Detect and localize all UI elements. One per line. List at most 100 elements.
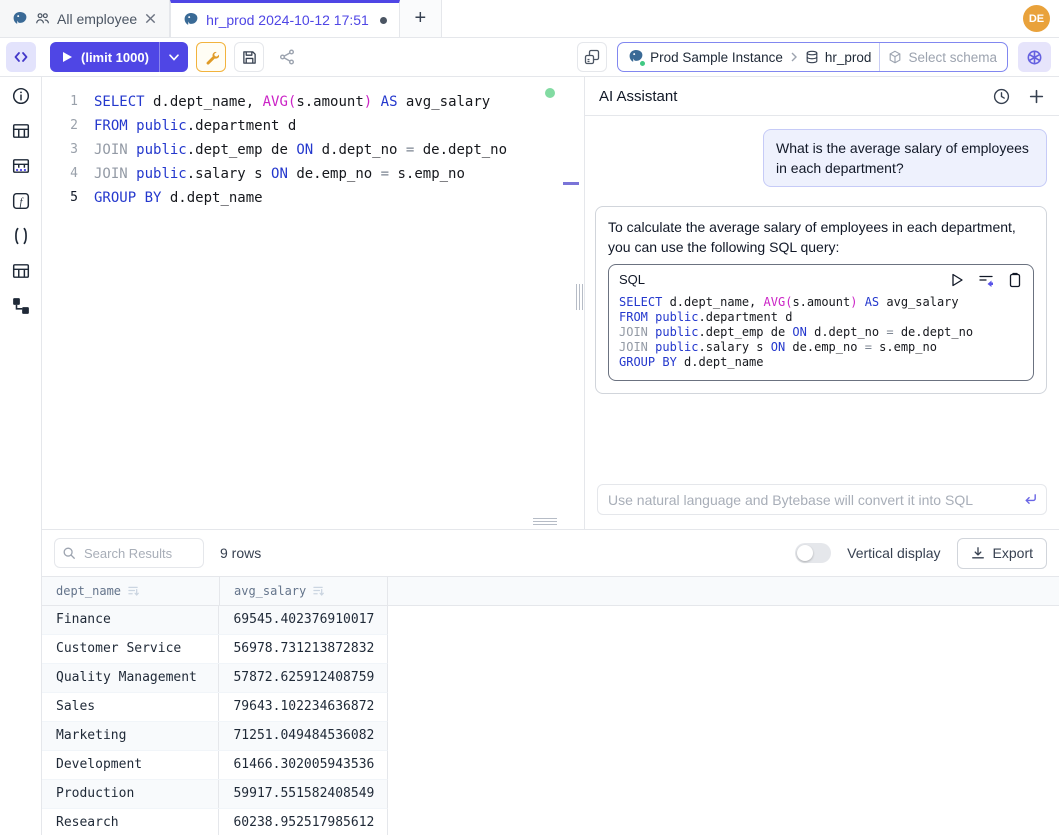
functions-icon[interactable]: f	[12, 192, 30, 210]
user-message-bubble: What is the average salary of employees …	[763, 129, 1047, 187]
tab-label: All employee	[57, 11, 137, 27]
views-icon[interactable]	[12, 262, 30, 280]
table-row[interactable]: Sales79643.102234636872	[42, 693, 388, 722]
line-number: 1	[42, 90, 78, 114]
table-cell: 57872.625912408759	[219, 664, 387, 692]
table-row[interactable]: Quality Management57872.625912408759	[42, 664, 388, 693]
database-name: hr_prod	[825, 50, 872, 65]
results-table-body: Finance69545.402376910017Customer Servic…	[42, 606, 1059, 835]
ai-prompt-input[interactable]	[597, 484, 1047, 515]
tab-label: hr_prod 2024-10-12 17:51	[206, 12, 369, 28]
divider	[879, 43, 880, 71]
table-cell: 79643.102234636872	[219, 693, 387, 721]
column-header-avg-salary[interactable]: avg_salary	[220, 577, 388, 605]
table-row[interactable]: Research60238.952517985612	[42, 809, 388, 835]
tab-bar: All employee hr_prod 2024-10-12 17:51 +	[0, 0, 1059, 38]
download-icon	[971, 546, 985, 560]
table-cell: 56978.731213872832	[219, 635, 387, 663]
sql-block-label: SQL	[619, 270, 936, 290]
panels-icon	[584, 49, 600, 65]
share-icon	[279, 49, 295, 65]
vertical-resize-handle[interactable]	[576, 284, 583, 310]
run-label: (limit 1000)	[81, 50, 149, 65]
table-cell: Quality Management	[42, 664, 219, 692]
code-line: 5GROUP BY d.dept_name	[42, 186, 584, 210]
unsaved-dot-icon	[380, 17, 387, 24]
table-cell: Development	[42, 751, 219, 779]
table-row[interactable]: Production59917.551582408549	[42, 780, 388, 809]
sql-editor[interactable]: 1SELECT d.dept_name, AVG(s.amount) AS av…	[42, 77, 584, 529]
table-row[interactable]: Development61466.302005943536	[42, 751, 388, 780]
panel-layout-button[interactable]	[577, 42, 607, 72]
toolbar-right-group: Prod Sample Instance hr_prod Select sche…	[577, 42, 1051, 72]
chevron-down-icon	[169, 54, 179, 61]
save-sheet-button[interactable]	[234, 42, 264, 72]
column-header-dept-name[interactable]: dept_name	[42, 577, 220, 605]
ai-assistant-button[interactable]	[1018, 42, 1051, 72]
table-cell: Customer Service	[42, 635, 219, 663]
info-icon[interactable]	[12, 87, 30, 105]
line-number: 2	[42, 114, 78, 138]
run-query-button[interactable]: (limit 1000)	[50, 42, 188, 72]
code-line: 2FROM public.department d	[42, 114, 584, 138]
overview-ruler-cursor	[563, 182, 579, 185]
tab-all-employee[interactable]: All employee	[0, 0, 170, 37]
connection-healthy-dot	[545, 88, 555, 98]
table-row[interactable]: Finance69545.402376910017	[42, 606, 388, 635]
user-avatar[interactable]: DE	[1023, 5, 1050, 32]
code-line: 1SELECT d.dept_name, AVG(s.amount) AS av…	[42, 90, 584, 114]
run-sql-icon[interactable]	[949, 272, 965, 288]
table-cell: Production	[42, 780, 219, 808]
table-row[interactable]: Customer Service56978.731213872832	[42, 635, 388, 664]
results-table-header: dept_name avg_salary	[42, 576, 1059, 606]
group-icon	[35, 11, 50, 26]
column-header-filler	[388, 577, 1059, 605]
sort-icon[interactable]	[313, 586, 324, 596]
code-line: GROUP BY d.dept_name	[619, 355, 1023, 370]
procedures-icon[interactable]	[12, 227, 30, 245]
row-count: 9 rows	[220, 545, 261, 561]
close-icon[interactable]	[144, 12, 157, 25]
ai-conversation: What is the average salary of employees …	[585, 116, 1059, 474]
enter-return-icon[interactable]	[1023, 492, 1038, 507]
schema-diagram-icon[interactable]	[12, 297, 30, 315]
play-icon	[62, 51, 73, 63]
horizontal-resize-handle[interactable]	[533, 518, 557, 525]
sql-code[interactable]: 1SELECT d.dept_name, AVG(s.amount) AS av…	[42, 77, 584, 210]
schema-cube-icon	[888, 50, 902, 64]
save-icon	[242, 50, 257, 65]
svg-text:f: f	[19, 197, 23, 208]
run-options-caret[interactable]	[159, 42, 188, 72]
line-number: 5	[42, 186, 78, 210]
worksheet-code-button[interactable]	[6, 42, 36, 72]
search-results-input[interactable]	[54, 538, 204, 568]
sort-icon[interactable]	[128, 586, 139, 596]
tables-icon[interactable]	[12, 122, 30, 140]
postgres-icon	[183, 12, 199, 28]
code-line: 3JOIN public.dept_emp de ON d.dept_no = …	[42, 138, 584, 162]
vertical-display-toggle[interactable]	[795, 543, 831, 563]
schema-placeholder[interactable]: Select schema	[908, 50, 997, 65]
sql-block-code: SELECT d.dept_name, AVG(s.amount) AS avg…	[609, 290, 1033, 380]
connection-breadcrumb[interactable]: Prod Sample Instance hr_prod Select sche…	[617, 42, 1008, 72]
insert-into-editor-icon[interactable]	[978, 272, 994, 288]
table-row[interactable]: Marketing71251.049484536082	[42, 722, 388, 751]
tab-hr-prod[interactable]: hr_prod 2024-10-12 17:51	[170, 0, 400, 37]
new-tab-button[interactable]: +	[400, 0, 442, 37]
new-chat-plus-icon[interactable]	[1028, 88, 1045, 105]
code-icon	[13, 49, 29, 65]
format-sql-button[interactable]	[196, 42, 226, 72]
postgres-icon	[12, 11, 28, 27]
external-tables-icon[interactable]	[12, 157, 30, 175]
sql-code-block: SQL SELECT d.dept_name, AVG(s.amount) AS…	[608, 264, 1034, 381]
search-icon	[62, 546, 76, 560]
sql-editor-app: All employee hr_prod 2024-10-12 17:51 + …	[0, 0, 1059, 835]
column-label: dept_name	[56, 584, 121, 598]
code-line: 4JOIN public.salary s ON de.emp_no = s.e…	[42, 162, 584, 186]
wrench-icon	[204, 50, 219, 65]
export-button[interactable]: Export	[957, 538, 1047, 569]
share-sheet-button[interactable]	[272, 42, 302, 72]
copy-clipboard-icon[interactable]	[1007, 272, 1023, 288]
history-clock-icon[interactable]	[993, 88, 1010, 105]
ai-input-row	[597, 484, 1047, 515]
